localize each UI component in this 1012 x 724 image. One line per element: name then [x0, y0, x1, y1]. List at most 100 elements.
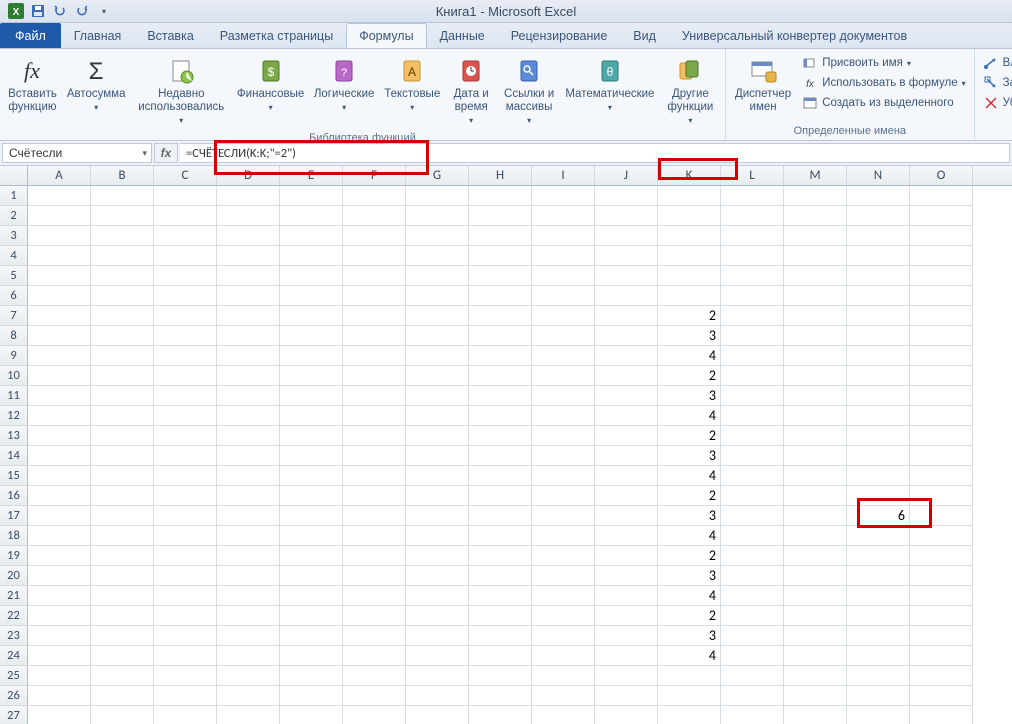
cell-A22[interactable]	[28, 606, 91, 626]
cell-K10[interactable]: 2	[658, 366, 721, 386]
cell-D9[interactable]	[217, 346, 280, 366]
cell-I9[interactable]	[532, 346, 595, 366]
cell-N21[interactable]	[847, 586, 910, 606]
cell-J21[interactable]	[595, 586, 658, 606]
cell-E14[interactable]	[280, 446, 343, 466]
cell-A3[interactable]	[28, 226, 91, 246]
cell-C1[interactable]	[154, 186, 217, 206]
cell-F27[interactable]	[343, 706, 406, 724]
cell-C24[interactable]	[154, 646, 217, 666]
row-header-23[interactable]: 23	[0, 626, 28, 646]
cell-K21[interactable]: 4	[658, 586, 721, 606]
cell-G5[interactable]	[406, 266, 469, 286]
cell-F12[interactable]	[343, 406, 406, 426]
cell-L5[interactable]	[721, 266, 784, 286]
cell-M15[interactable]	[784, 466, 847, 486]
cell-C2[interactable]	[154, 206, 217, 226]
cell-O7[interactable]	[910, 306, 973, 326]
row-header-19[interactable]: 19	[0, 546, 28, 566]
cell-K8[interactable]: 3	[658, 326, 721, 346]
name-manager-button[interactable]: Диспетчер имен	[730, 51, 796, 118]
undo-icon[interactable]	[50, 1, 70, 21]
cell-K5[interactable]	[658, 266, 721, 286]
cell-M26[interactable]	[784, 686, 847, 706]
cell-I14[interactable]	[532, 446, 595, 466]
cell-B26[interactable]	[91, 686, 154, 706]
cell-D1[interactable]	[217, 186, 280, 206]
cell-A7[interactable]	[28, 306, 91, 326]
cell-J12[interactable]	[595, 406, 658, 426]
cell-B25[interactable]	[91, 666, 154, 686]
cell-C16[interactable]	[154, 486, 217, 506]
tab-review[interactable]: Рецензирование	[498, 23, 621, 48]
cell-D15[interactable]	[217, 466, 280, 486]
cell-H12[interactable]	[469, 406, 532, 426]
cell-A9[interactable]	[28, 346, 91, 366]
tab-converter[interactable]: Универсальный конвертер документов	[669, 23, 920, 48]
cell-O24[interactable]	[910, 646, 973, 666]
cell-K27[interactable]	[658, 706, 721, 724]
cell-J16[interactable]	[595, 486, 658, 506]
cell-F19[interactable]	[343, 546, 406, 566]
cell-D22[interactable]	[217, 606, 280, 626]
cell-B15[interactable]	[91, 466, 154, 486]
cell-G14[interactable]	[406, 446, 469, 466]
autosum-button[interactable]: Σ Автосумма▾	[63, 51, 129, 118]
cell-A14[interactable]	[28, 446, 91, 466]
cell-L26[interactable]	[721, 686, 784, 706]
cell-E20[interactable]	[280, 566, 343, 586]
row-header-27[interactable]: 27	[0, 706, 28, 724]
cell-A19[interactable]	[28, 546, 91, 566]
cell-O1[interactable]	[910, 186, 973, 206]
cell-G26[interactable]	[406, 686, 469, 706]
cell-C3[interactable]	[154, 226, 217, 246]
cell-L8[interactable]	[721, 326, 784, 346]
cell-L22[interactable]	[721, 606, 784, 626]
qat-dropdown-icon[interactable]: ▾	[94, 1, 114, 21]
cell-M6[interactable]	[784, 286, 847, 306]
cell-O16[interactable]	[910, 486, 973, 506]
cell-G18[interactable]	[406, 526, 469, 546]
cell-E6[interactable]	[280, 286, 343, 306]
cell-L21[interactable]	[721, 586, 784, 606]
cell-O12[interactable]	[910, 406, 973, 426]
cell-E7[interactable]	[280, 306, 343, 326]
cell-H9[interactable]	[469, 346, 532, 366]
cell-E2[interactable]	[280, 206, 343, 226]
col-header-A[interactable]: A	[28, 166, 91, 185]
row-header-26[interactable]: 26	[0, 686, 28, 706]
cell-C13[interactable]	[154, 426, 217, 446]
cell-I19[interactable]	[532, 546, 595, 566]
tab-data[interactable]: Данные	[427, 23, 498, 48]
col-header-D[interactable]: D	[217, 166, 280, 185]
row-header-4[interactable]: 4	[0, 246, 28, 266]
cell-H27[interactable]	[469, 706, 532, 724]
cell-B5[interactable]	[91, 266, 154, 286]
cell-A20[interactable]	[28, 566, 91, 586]
cell-G23[interactable]	[406, 626, 469, 646]
cell-D16[interactable]	[217, 486, 280, 506]
cell-G8[interactable]	[406, 326, 469, 346]
cell-D21[interactable]	[217, 586, 280, 606]
cell-A10[interactable]	[28, 366, 91, 386]
cell-J17[interactable]	[595, 506, 658, 526]
cell-M4[interactable]	[784, 246, 847, 266]
cell-J2[interactable]	[595, 206, 658, 226]
financial-button[interactable]: $ Финансовые▾	[233, 51, 308, 118]
cell-A24[interactable]	[28, 646, 91, 666]
cell-M27[interactable]	[784, 706, 847, 724]
row-header-24[interactable]: 24	[0, 646, 28, 666]
cell-F9[interactable]	[343, 346, 406, 366]
cell-J13[interactable]	[595, 426, 658, 446]
cell-I21[interactable]	[532, 586, 595, 606]
cell-H8[interactable]	[469, 326, 532, 346]
cell-M22[interactable]	[784, 606, 847, 626]
cell-M11[interactable]	[784, 386, 847, 406]
cell-B23[interactable]	[91, 626, 154, 646]
cell-A6[interactable]	[28, 286, 91, 306]
cell-H5[interactable]	[469, 266, 532, 286]
cell-L23[interactable]	[721, 626, 784, 646]
cell-M12[interactable]	[784, 406, 847, 426]
cell-M20[interactable]	[784, 566, 847, 586]
col-header-F[interactable]: F	[343, 166, 406, 185]
